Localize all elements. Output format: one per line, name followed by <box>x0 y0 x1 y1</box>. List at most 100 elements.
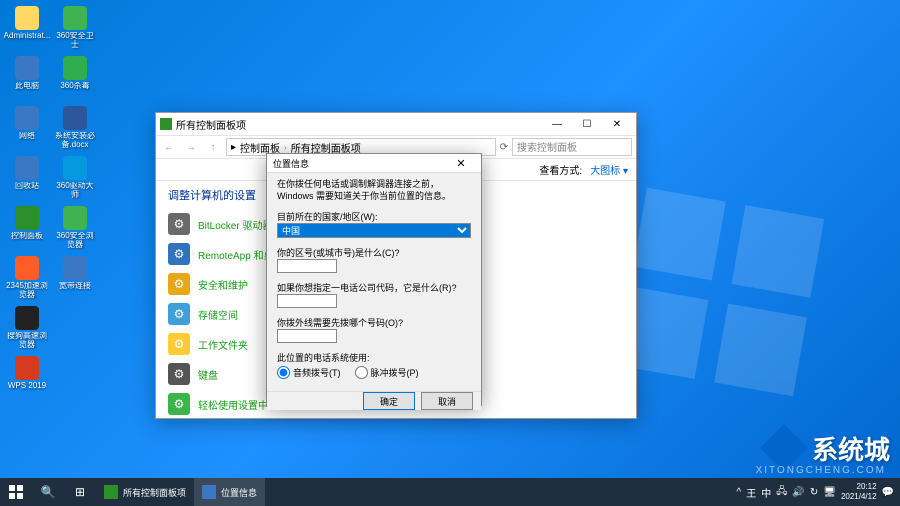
app-icon <box>15 206 39 230</box>
icon-label: 2345加速浏览器 <box>6 282 48 300</box>
desktop-icon[interactable]: 360驱动大师 <box>52 154 98 202</box>
task-view-icon[interactable]: ⊞ <box>64 478 96 506</box>
maximize-button[interactable]: ☐ <box>572 114 602 134</box>
up-button[interactable]: ↑ <box>204 138 222 156</box>
app-icon <box>15 356 39 380</box>
item-icon: ⚙ <box>168 243 190 265</box>
carrier-code-input[interactable] <box>277 294 337 308</box>
minimize-button[interactable]: — <box>542 114 572 134</box>
desktop-icons: Administrat...360安全卫士此电脑 360杀毒网络 系统安装必备.do… <box>4 4 98 402</box>
app-icon <box>63 6 87 30</box>
icon-label: 搜狗高速浏览器 <box>6 332 48 350</box>
taskbar-task[interactable]: 位置信息 <box>194 478 265 506</box>
item-icon: ⚙ <box>168 393 190 415</box>
control-panel-icon <box>160 118 172 130</box>
dialog-intro-text: 在你拨任何电话或调制解调器连接之前，Windows 需要知道关于你当前位置的信息… <box>277 179 471 202</box>
tone-dial-radio[interactable]: 音频拨号(T) <box>277 366 341 379</box>
ok-button[interactable]: 确定 <box>363 392 415 410</box>
desktop-icon[interactable]: 搜狗高速浏览器 <box>4 304 50 352</box>
outside-line-label: 你拨外线需要先拨哪个号码(O)? <box>277 316 471 329</box>
app-icon <box>63 156 87 180</box>
task-label: 位置信息 <box>221 486 257 499</box>
view-mode-dropdown[interactable]: 大图标 ▾ <box>590 162 628 177</box>
icon-label: 360安全浏览器 <box>54 232 96 250</box>
tray-sync-icon[interactable]: ↻ <box>810 487 818 498</box>
tray-network-icon[interactable]: 🖧 <box>776 484 787 501</box>
cancel-button[interactable]: 取消 <box>421 392 473 410</box>
wallpaper-windows-logo <box>616 188 825 397</box>
app-icon <box>15 6 39 30</box>
refresh-icon[interactable]: ⟳ <box>500 142 508 153</box>
item-label: 安全和维护 <box>198 277 248 292</box>
taskbar: 🔍 ⊞ 所有控制面板项 位置信息 ^ 王 中 🖧 🔊 ↻ 🖥 20:12 2021… <box>0 478 900 506</box>
icon-label: 360安全卫士 <box>54 32 96 50</box>
icon-label: WPS 2019 <box>8 382 46 391</box>
back-button[interactable]: ← <box>160 138 178 156</box>
location-dialog: 位置信息 ✕ 在你拨任何电话或调制解调器连接之前，Windows 需要知道关于你… <box>266 153 482 406</box>
app-icon <box>63 56 87 80</box>
desktop-icon[interactable]: 宽带连接 <box>52 254 98 302</box>
watermark-url: XITONGCHENG.COM <box>756 465 886 476</box>
outside-line-input[interactable] <box>277 329 337 343</box>
notifications-icon[interactable]: 💬 <box>882 487 894 498</box>
desktop: Administrat...360安全卫士此电脑 360杀毒网络 系统安装必备.do… <box>0 0 900 506</box>
desktop-icon[interactable]: 360安全浏览器 <box>52 204 98 252</box>
desktop-icon[interactable]: 回收站 <box>4 154 50 202</box>
app-icon <box>15 56 39 80</box>
item-label: 键盘 <box>198 367 218 382</box>
icon-label: Administrat... <box>4 32 51 41</box>
desktop-icon[interactable]: 此电脑 <box>4 54 50 102</box>
icon-label: 网络 <box>19 132 35 141</box>
area-code-input[interactable] <box>277 259 337 273</box>
tray-app-icon[interactable]: 王 <box>746 485 756 500</box>
forward-button[interactable]: → <box>182 138 200 156</box>
tray-overflow-icon[interactable]: ^ <box>737 487 742 498</box>
task-icon <box>202 485 216 499</box>
desktop-icon[interactable]: 360杀毒 <box>52 54 98 102</box>
desktop-icon[interactable]: 网络 <box>4 104 50 152</box>
country-select[interactable]: 中国 <box>277 223 471 238</box>
icon-label: 回收站 <box>15 182 39 191</box>
desktop-icon[interactable]: 系统安装必备.docx <box>52 104 98 152</box>
taskbar-task[interactable]: 所有控制面板项 <box>96 478 194 506</box>
search-input[interactable]: 搜索控制面板 <box>512 138 632 156</box>
icon-label: 360杀毒 <box>60 82 89 91</box>
window-title: 所有控制面板项 <box>176 117 246 132</box>
watermark-logo-icon <box>762 426 806 470</box>
area-code-label: 你的区号(或城市号)是什么(C)? <box>277 246 471 259</box>
item-label: 工作文件夹 <box>198 337 248 352</box>
app-icon <box>63 206 87 230</box>
desktop-icon[interactable]: 控制面板 <box>4 204 50 252</box>
tray-monitor-icon[interactable]: 🖥 <box>823 487 836 498</box>
dial-type-label: 此位置的电话系统使用: <box>277 351 471 364</box>
desktop-icon[interactable]: 2345加速浏览器 <box>4 254 50 302</box>
tray-ime-icon[interactable]: 中 <box>761 485 771 500</box>
desktop-icon[interactable]: Administrat... <box>4 4 50 52</box>
icon-label: 360驱动大师 <box>54 182 96 200</box>
start-button[interactable] <box>0 478 32 506</box>
windows-icon <box>9 485 23 499</box>
dialog-title: 位置信息 <box>273 157 309 170</box>
system-tray: ^ 王 中 🖧 🔊 ↻ 🖥 20:12 2021/4/12 💬 <box>731 482 900 501</box>
item-icon: ⚙ <box>168 303 190 325</box>
icon-label: 此电脑 <box>15 82 39 91</box>
close-button[interactable]: ✕ <box>602 114 632 134</box>
desktop-icon[interactable]: 360安全卫士 <box>52 4 98 52</box>
item-icon: ⚙ <box>168 333 190 355</box>
dialog-titlebar[interactable]: 位置信息 ✕ <box>267 154 481 173</box>
taskbar-clock[interactable]: 20:12 2021/4/12 <box>841 482 877 501</box>
desktop-icon[interactable]: WPS 2019 <box>4 354 50 402</box>
pulse-dial-radio[interactable]: 脉冲拨号(P) <box>355 366 419 379</box>
task-icon <box>104 485 118 499</box>
dialog-close-button[interactable]: ✕ <box>447 154 475 172</box>
icon-label: 宽带连接 <box>59 282 91 291</box>
item-icon: ⚙ <box>168 273 190 295</box>
search-icon[interactable]: 🔍 <box>32 478 64 506</box>
icon-label: 控制面板 <box>11 232 43 241</box>
task-label: 所有控制面板项 <box>123 486 186 499</box>
country-label: 目前所在的国家/地区(W): <box>277 210 471 223</box>
breadcrumb-icon: ▸ <box>231 142 236 153</box>
window-titlebar[interactable]: 所有控制面板项 — ☐ ✕ <box>156 113 636 135</box>
icon-label: 系统安装必备.docx <box>54 132 96 150</box>
tray-volume-icon[interactable]: 🔊 <box>792 487 804 498</box>
